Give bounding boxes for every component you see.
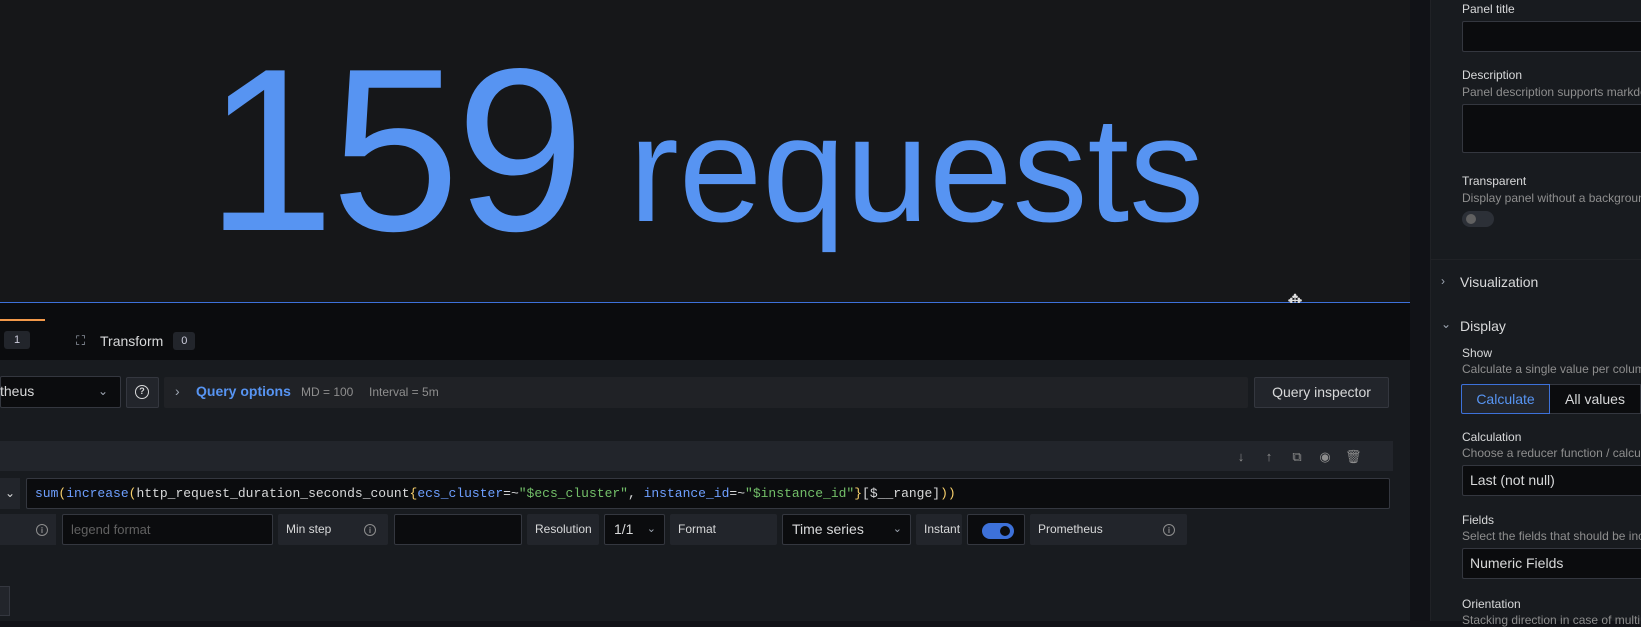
description-hint: Panel description supports markdown and … (1462, 85, 1641, 99)
tab-transform[interactable]: ⛶ Transform 0 (76, 326, 196, 356)
move-down-icon[interactable]: ↓ (1233, 449, 1249, 465)
interval-text: Interval = 5m (369, 385, 439, 399)
query-token: ] (932, 486, 941, 501)
max-data-points-text: MD = 100 (301, 385, 354, 399)
description-label: Description (1462, 68, 1523, 82)
calculation-label: Calculation (1462, 430, 1522, 444)
resolution-label: Resolution (527, 514, 599, 545)
info-icon: i (1163, 524, 1175, 536)
format-label: Format (670, 514, 777, 545)
add-query-button[interactable] (0, 586, 10, 616)
calculation-value: Last (not null) (1470, 472, 1555, 488)
show-calculate-option[interactable]: Calculate (1461, 384, 1550, 414)
chevron-down-icon[interactable]: ⌄ (0, 478, 20, 509)
query-inspector-button[interactable]: Query inspector (1254, 377, 1389, 408)
panel-title-input[interactable] (1462, 21, 1641, 52)
question-icon: ? (135, 385, 149, 399)
query-token: =~ (503, 486, 519, 501)
query-token: ecs_cluster (417, 486, 504, 501)
stat-value: 159 requests (0, 0, 1410, 302)
chevron-down-icon: ⌄ (98, 384, 109, 398)
chevron-down-icon: ⌄ (1441, 317, 1452, 331)
query-editor[interactable]: sum(increase(http_request_duration_secon… (26, 478, 1390, 509)
query-token: =~ (729, 486, 746, 501)
query-token: [ (862, 486, 870, 501)
query-token: , (627, 486, 644, 501)
format-select[interactable]: Time series ⌄ (782, 514, 911, 545)
info-icon: i (36, 524, 48, 536)
panel-title-label: Panel title (1462, 2, 1515, 16)
stat-number: 159 (205, 21, 585, 280)
format-value: Time series (792, 521, 864, 537)
show-all-values-option[interactable]: All values (1550, 384, 1641, 414)
query-options-label[interactable]: Query options (196, 383, 291, 399)
chevron-right-icon: › (1441, 274, 1445, 288)
query-token: "$instance_id" (745, 486, 855, 501)
resolution-select[interactable]: 1/1 ⌄ (604, 514, 665, 545)
chevron-down-icon: ⌄ (646, 523, 656, 535)
transparent-toggle-knob (1466, 214, 1476, 224)
transparent-label: Transparent (1462, 174, 1527, 188)
tab-transform-label: Transform (100, 333, 164, 349)
description-textarea[interactable] (1462, 104, 1641, 153)
query-token: $__range (869, 486, 933, 501)
chevron-right-icon: › (175, 383, 180, 399)
eye-icon[interactable]: ◉ (1317, 449, 1333, 465)
instant-label: Instant (916, 514, 962, 545)
queries-count-badge: 1 (4, 331, 30, 349)
query-token: } (854, 486, 863, 501)
query-row-header (0, 441, 1393, 471)
instant-toggle-knob (1000, 526, 1010, 536)
query-token: increase (66, 486, 129, 501)
show-hint: Calculate a single value per column or s… (1462, 362, 1641, 376)
stat-unit: requests (628, 85, 1205, 253)
calculation-hint: Choose a reducer function / calculation (1462, 446, 1641, 460)
orientation-hint: Stacking direction in case of multiple s… (1462, 613, 1641, 627)
divider (1430, 259, 1641, 260)
legend-format-input[interactable] (62, 514, 273, 545)
move-up-icon[interactable]: ↑ (1261, 449, 1277, 465)
fields-label: Fields (1462, 513, 1495, 527)
query-token: instance_id (643, 486, 730, 501)
query-token: sum (35, 486, 59, 501)
visualization-section[interactable]: Visualization (1460, 274, 1538, 290)
query-token: http_request_duration_seconds_count (136, 486, 410, 501)
editor-tabs-bar (0, 303, 1410, 360)
transform-icon: ⛶ (76, 333, 86, 348)
display-section[interactable]: Display (1460, 318, 1506, 334)
query-token: )) (940, 486, 956, 501)
datasource-selected: theus (0, 383, 35, 399)
orientation-label: Orientation (1462, 597, 1521, 611)
min-step-input[interactable] (394, 514, 522, 545)
transparent-hint: Display panel without a background. (1462, 191, 1641, 205)
duplicate-icon[interactable]: ⧉ (1289, 449, 1305, 465)
fields-hint: Select the fields that should be include… (1462, 529, 1641, 543)
query-token: "$ecs_cluster" (518, 486, 628, 501)
info-icon: i (364, 524, 376, 536)
transform-count-badge: 0 (173, 332, 196, 350)
show-label: Show (1462, 346, 1493, 360)
trash-icon[interactable]: 🗑 (1345, 449, 1362, 465)
fields-value: Numeric Fields (1470, 555, 1564, 571)
resolution-value: 1/1 (614, 521, 634, 537)
chevron-down-icon: ⌄ (892, 523, 902, 535)
